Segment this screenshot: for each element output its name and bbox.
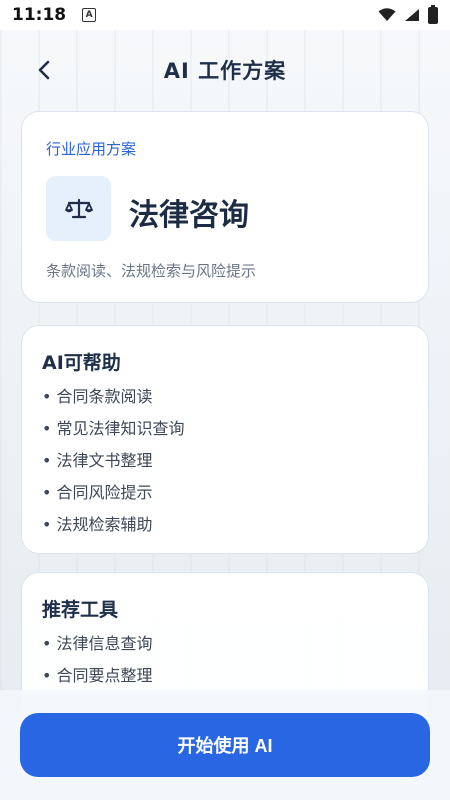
page-title: AI 工作方案: [163, 59, 287, 83]
status-time: 11:18: [12, 5, 67, 25]
app-header: AI 工作方案: [0, 30, 450, 110]
tools-list: 法律信息查询 合同要点整理: [42, 633, 153, 697]
signal-icon: [405, 9, 419, 21]
solution-card: 行业应用方案 法律咨询 条款阅读、法规检索与风险提示: [21, 111, 429, 303]
start-ai-button[interactable]: 开始使用 AI: [20, 713, 430, 777]
list-item: 常见法律知识查询: [42, 418, 185, 450]
battery-icon: [428, 4, 438, 24]
solution-tag: 行业应用方案: [46, 140, 137, 158]
list-item: 合同条款阅读: [42, 386, 185, 418]
chevron-left-icon: [38, 60, 50, 80]
scale-icon: [64, 198, 93, 218]
notification-indicator: A: [82, 8, 97, 22]
list-item: 法规检索辅助: [42, 514, 185, 546]
wifi-icon: [378, 8, 396, 21]
tools-heading: 推荐工具: [42, 599, 119, 621]
ai-help-card: AI可帮助 合同条款阅读 常见法律知识查询 法律文书整理 合同风险提示 法规检索…: [21, 325, 429, 554]
status-icons: [378, 4, 438, 24]
back-button[interactable]: [28, 54, 60, 86]
solution-icon-box: [46, 176, 111, 241]
service-title: 法律咨询: [129, 198, 249, 233]
list-item: 法律文书整理: [42, 450, 185, 482]
list-item: 合同风险提示: [42, 482, 185, 514]
list-item: 法律信息查询: [42, 633, 153, 665]
ai-help-list: 合同条款阅读 常见法律知识查询 法律文书整理 合同风险提示 法规检索辅助: [42, 386, 185, 546]
service-description: 条款阅读、法规检索与风险提示: [46, 262, 257, 280]
status-bar: 11:18 A: [0, 0, 450, 30]
ai-help-heading: AI可帮助: [42, 352, 121, 374]
